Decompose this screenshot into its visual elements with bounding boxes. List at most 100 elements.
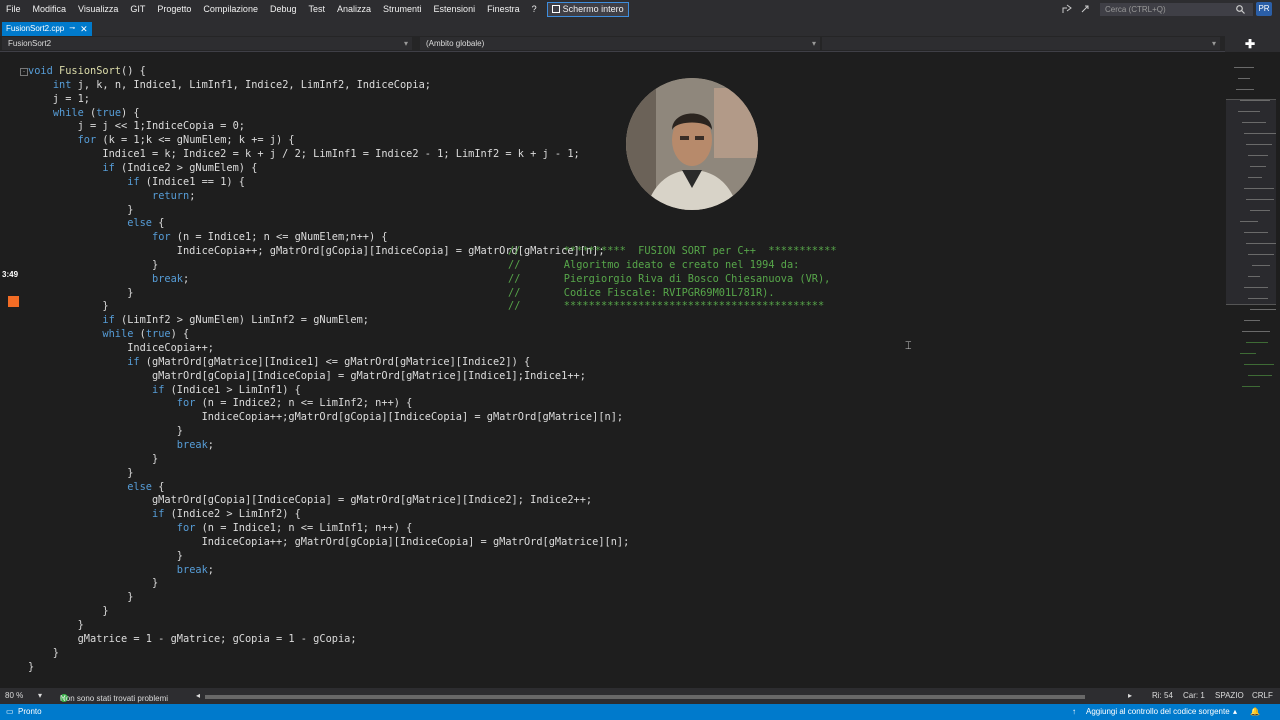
tab-fusionsort2[interactable]: FusionSort2.cpp ⊸ ✕ (2, 22, 92, 36)
project-dropdown[interactable]: FusionSort2 ▾ (2, 37, 412, 50)
chevron-down-icon: ▾ (1211, 39, 1216, 48)
menu-progetto[interactable]: Progetto (151, 0, 197, 18)
minimap-line (1238, 111, 1260, 112)
zoom-level[interactable]: 80 % (5, 691, 23, 700)
code-line: Indice1 = k; Indice2 = k + j / 2; LimInf… (28, 148, 580, 161)
record-stop-button[interactable] (8, 296, 19, 307)
search-input[interactable]: Cerca (CTRL+Q) (1100, 3, 1253, 16)
scroll-right-icon[interactable]: ▸ (1128, 691, 1132, 700)
code-line: } (28, 660, 35, 673)
code-line: int j, k, n, Indice1, LimInf1, Indice2, … (52, 78, 431, 91)
code-line: void FusionSort() { (28, 65, 146, 77)
minimap-line (1240, 100, 1270, 101)
code-line: } (28, 577, 159, 590)
source-control-button[interactable]: Aggiungi al controllo del codice sorgent… (1086, 707, 1230, 716)
code-line: else { (127, 217, 165, 230)
minimap-line (1242, 122, 1266, 123)
code-line: return; (152, 189, 196, 202)
spacing-indicator[interactable]: SPAZIO (1215, 691, 1244, 700)
minimap-line (1246, 144, 1272, 145)
code-editor[interactable]: void FusionSort() { int j, k, n, Indice1… (0, 52, 1225, 688)
code-line: break; (176, 563, 214, 576)
code-line: } (28, 619, 84, 631)
split-view-icon[interactable]: ✚ (1245, 37, 1255, 51)
menu-help[interactable]: ? (526, 0, 543, 18)
pin-tab-icon[interactable]: ⊸ (69, 22, 75, 36)
chevron-down-icon: ▾ (811, 39, 816, 48)
code-line: j = 1; (28, 92, 90, 105)
fold-toggle-icon[interactable]: - (20, 68, 28, 76)
notification-bell-icon[interactable]: 🔔 (1250, 707, 1260, 716)
code-line: gMatrOrd[gCopia][IndiceCopia] = gMatrOrd… (28, 369, 586, 382)
menu-compilazione[interactable]: Compilazione (197, 0, 264, 18)
minimap-line (1248, 155, 1268, 156)
mouse-cursor-icon: ⌶ (905, 340, 912, 352)
minimap-viewport[interactable] (1226, 99, 1276, 305)
code-line: gMatrOrd[gCopia][IndiceCopia] = gMatrOrd… (28, 494, 593, 507)
recording-timer: 3:49 (2, 270, 19, 279)
code-line: IndiceCopia++; gMatrOrd[gCopia][IndiceCo… (28, 535, 630, 548)
code-line: } (28, 300, 109, 313)
minimap-line (1244, 320, 1260, 321)
minimap-line (1244, 287, 1268, 288)
code-line: if (Indice1 > LimInf1) { (152, 383, 301, 396)
minimap-line (1250, 309, 1276, 310)
code-line: j = j << 1;IndiceCopia = 0; (28, 120, 245, 133)
presenter-image (626, 78, 758, 210)
menu-bar: File Modifica Visualizza GIT Progetto Co… (0, 0, 1280, 18)
chevron-up-icon: ▴ (1233, 707, 1238, 716)
code-line: if (LimInf2 > gNumElem) LimInf2 = gNumEl… (102, 314, 369, 327)
share-icon[interactable] (1062, 4, 1072, 14)
navigation-bar: FusionSort2 ▾ (Ambito globale) ▾ ▾ (0, 36, 1225, 52)
minimap-line (1244, 188, 1274, 189)
minimap-line (1236, 89, 1254, 90)
pin-icon[interactable] (1080, 4, 1090, 14)
menu-debug[interactable]: Debug (264, 0, 303, 18)
comment-line: // Algoritmo ideato e creato nel 1994 da… (508, 258, 800, 271)
code-line: while (true) { (102, 328, 190, 341)
minimap[interactable] (1226, 53, 1276, 683)
menu-strumenti[interactable]: Strumenti (377, 0, 428, 18)
code-line: break; (176, 438, 214, 451)
menu-test[interactable]: Test (302, 0, 331, 18)
code-line: IndiceCopia++;gMatrOrd[gCopia][IndiceCop… (28, 411, 624, 424)
code-line: gMatrice = 1 - gMatrice; gCopia = 1 - gC… (28, 632, 357, 645)
status-icon: ▭ (6, 707, 14, 716)
menu-file[interactable]: File (0, 0, 27, 18)
minimap-line (1248, 375, 1272, 376)
menu-git[interactable]: GIT (124, 0, 151, 18)
webcam-overlay (626, 78, 758, 210)
project-dropdown-label: FusionSort2 (8, 39, 52, 48)
menu-visualizza[interactable]: Visualizza (72, 0, 124, 18)
code-line: } (28, 452, 159, 465)
minimap-line (1240, 221, 1258, 222)
scope-dropdown[interactable]: (Ambito globale) ▾ (420, 37, 820, 50)
minimap-line (1246, 199, 1274, 200)
menu-analizza[interactable]: Analizza (331, 0, 377, 18)
comment-line: // ********** FUSION SORT per C++ ******… (508, 245, 837, 258)
horizontal-scrollbar[interactable] (205, 695, 1085, 699)
search-icon[interactable] (1236, 5, 1245, 14)
code-line: for (n = Indice1; n <= gNumElem;n++) { (152, 231, 388, 244)
close-icon[interactable]: ✕ (80, 22, 88, 36)
minimap-line (1252, 265, 1270, 266)
eol-indicator[interactable]: CRLF (1252, 691, 1273, 700)
member-dropdown[interactable]: ▾ (822, 37, 1220, 50)
menu-items: File Modifica Visualizza GIT Progetto Co… (0, 0, 629, 18)
chevron-down-icon[interactable]: ▾ (38, 691, 42, 700)
document-tab-bar: FusionSort2.cpp ⊸ ✕ (0, 18, 1280, 36)
scope-dropdown-label: (Ambito globale) (426, 39, 485, 48)
fullscreen-button[interactable]: Schermo intero (546, 1, 629, 17)
minimap-line (1246, 243, 1276, 244)
issues-text: Non sono stati trovati problemi (60, 694, 169, 703)
menu-estensioni[interactable]: Estensioni (428, 0, 482, 18)
menu-modifica[interactable]: Modifica (27, 0, 73, 18)
menu-finestra[interactable]: Finestra (481, 0, 526, 18)
minimap-line (1248, 254, 1274, 255)
scroll-left-icon[interactable]: ◂ (196, 691, 200, 700)
minimap-line (1244, 133, 1276, 134)
comment-line: // Codice Fiscale: RVIPGR69M01L781R). (508, 286, 775, 299)
minimap-line (1248, 298, 1268, 299)
user-avatar[interactable]: PR (1256, 2, 1272, 16)
code-line: } (28, 425, 183, 438)
